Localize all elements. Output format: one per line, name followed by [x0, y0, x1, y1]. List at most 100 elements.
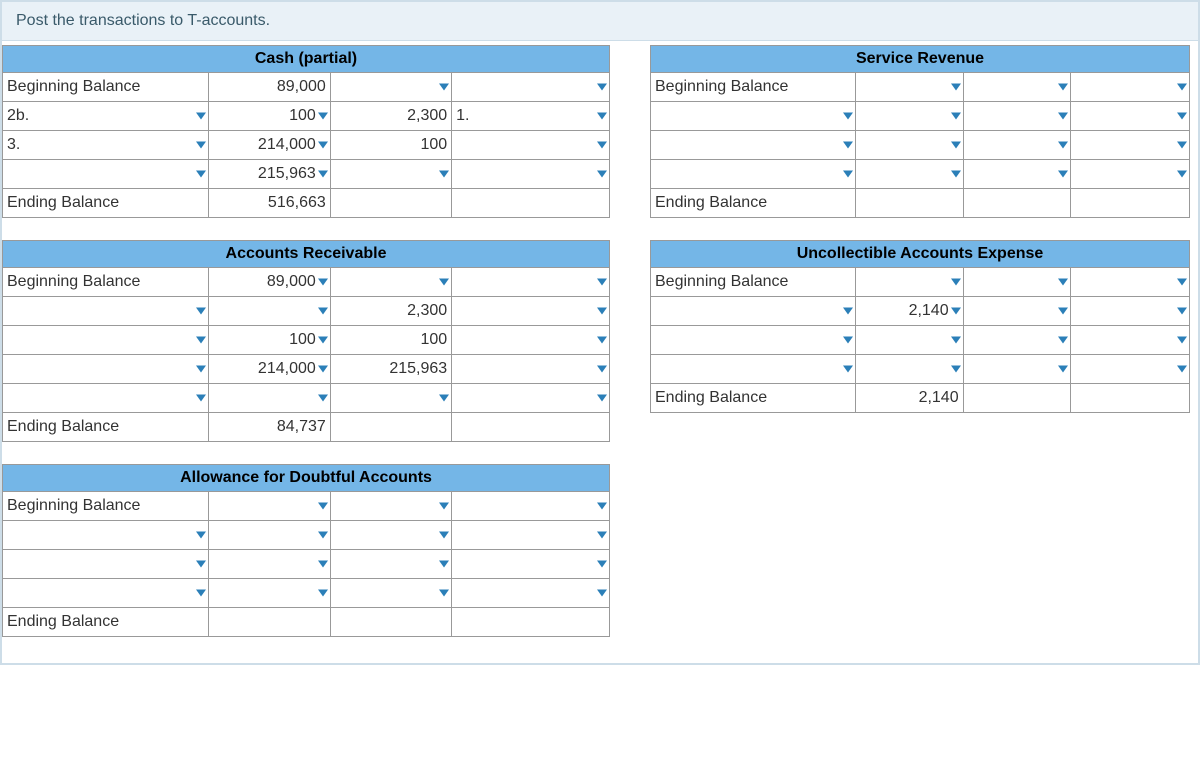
ending-credit-cell[interactable]: [963, 189, 1071, 218]
credit-label-cell[interactable]: [1071, 268, 1190, 297]
credit-amount-cell[interactable]: [963, 160, 1071, 189]
credit-amount-cell[interactable]: 2,300: [330, 297, 451, 326]
debit-amount-cell[interactable]: 214,000: [209, 131, 330, 160]
debit-label-cell[interactable]: Beginning Balance: [651, 73, 856, 102]
credit-label-cell[interactable]: [1071, 355, 1190, 384]
debit-label-cell[interactable]: [651, 297, 856, 326]
debit-amount-cell[interactable]: [209, 492, 330, 521]
credit-label-cell[interactable]: [452, 384, 610, 413]
ending-credit-cell[interactable]: [963, 384, 1071, 413]
debit-label-cell[interactable]: [651, 160, 856, 189]
credit-amount-cell[interactable]: [330, 579, 451, 608]
debit-amount-cell[interactable]: 100: [209, 326, 330, 355]
debit-label-cell[interactable]: [3, 297, 209, 326]
ending-label-cell: Ending Balance: [3, 189, 209, 218]
credit-amount-cell[interactable]: [330, 160, 451, 189]
debit-label-cell[interactable]: Beginning Balance: [3, 268, 209, 297]
credit-amount-cell[interactable]: [330, 73, 451, 102]
credit-label-cell[interactable]: [1071, 160, 1190, 189]
credit-label-cell[interactable]: [1071, 326, 1190, 355]
credit-label-cell[interactable]: [452, 160, 610, 189]
credit-label-cell[interactable]: [452, 492, 610, 521]
credit-amount-cell[interactable]: [330, 492, 451, 521]
credit-label-cell[interactable]: [1071, 131, 1190, 160]
ending-credit-cell[interactable]: [330, 608, 451, 637]
accounts-grid: Cash (partial) Beginning Balance 89,000 …: [2, 41, 1198, 663]
credit-amount-cell[interactable]: 100: [330, 131, 451, 160]
debit-label-cell[interactable]: [651, 326, 856, 355]
debit-amount-cell[interactable]: [209, 384, 330, 413]
debit-label-cell[interactable]: Beginning Balance: [3, 73, 209, 102]
debit-amount-cell[interactable]: [855, 102, 963, 131]
debit-label-cell[interactable]: [3, 521, 209, 550]
debit-label-cell[interactable]: [3, 550, 209, 579]
credit-amount-cell[interactable]: [330, 268, 451, 297]
debit-label-cell[interactable]: 3.: [3, 131, 209, 160]
debit-label-cell[interactable]: Beginning Balance: [651, 268, 856, 297]
debit-amount-cell[interactable]: 89,000: [209, 73, 330, 102]
debit-amount-cell[interactable]: 214,000: [209, 355, 330, 384]
credit-label-cell[interactable]: [452, 73, 610, 102]
credit-amount-cell[interactable]: 215,963: [330, 355, 451, 384]
debit-amount-cell[interactable]: 100: [209, 102, 330, 131]
credit-label-cell[interactable]: [452, 297, 610, 326]
ending-debit-cell[interactable]: 84,737: [209, 413, 330, 442]
ending-debit-cell[interactable]: 516,663: [209, 189, 330, 218]
account-title: Cash (partial): [2, 45, 610, 72]
credit-label-cell[interactable]: [1071, 73, 1190, 102]
credit-label-cell[interactable]: [1071, 102, 1190, 131]
debit-label-cell[interactable]: [651, 102, 856, 131]
debit-label-cell[interactable]: [651, 355, 856, 384]
debit-amount-cell[interactable]: [855, 73, 963, 102]
debit-label-cell[interactable]: [3, 355, 209, 384]
debit-amount-cell[interactable]: [209, 550, 330, 579]
credit-amount-cell[interactable]: [963, 355, 1071, 384]
ending-debit-cell[interactable]: [855, 189, 963, 218]
debit-label-cell[interactable]: [3, 384, 209, 413]
credit-amount-cell[interactable]: [330, 550, 451, 579]
credit-amount-cell[interactable]: [963, 73, 1071, 102]
debit-label-cell[interactable]: [3, 326, 209, 355]
credit-label-cell[interactable]: [452, 579, 610, 608]
debit-amount-cell[interactable]: 89,000: [209, 268, 330, 297]
debit-amount-cell[interactable]: [209, 521, 330, 550]
debit-label-cell[interactable]: [651, 131, 856, 160]
credit-label-cell[interactable]: [452, 131, 610, 160]
debit-label-cell[interactable]: [3, 579, 209, 608]
table-row: [3, 384, 610, 413]
ending-credit-cell[interactable]: [330, 413, 451, 442]
debit-amount-cell[interactable]: [855, 326, 963, 355]
credit-label-cell[interactable]: [452, 550, 610, 579]
credit-amount-cell[interactable]: [963, 268, 1071, 297]
credit-label-cell[interactable]: [452, 268, 610, 297]
ending-debit-cell[interactable]: [209, 608, 330, 637]
debit-amount-cell[interactable]: [855, 355, 963, 384]
debit-label-cell[interactable]: [3, 160, 209, 189]
debit-amount-cell[interactable]: [209, 579, 330, 608]
credit-label-cell[interactable]: [452, 355, 610, 384]
credit-amount-cell[interactable]: [330, 384, 451, 413]
credit-amount-cell[interactable]: [963, 297, 1071, 326]
debit-amount-cell[interactable]: [855, 131, 963, 160]
credit-amount-cell[interactable]: [330, 521, 451, 550]
credit-label-cell[interactable]: [452, 521, 610, 550]
ending-debit-cell[interactable]: 2,140: [855, 384, 963, 413]
ending-row: Ending Balance 84,737: [3, 413, 610, 442]
debit-amount-cell[interactable]: [855, 160, 963, 189]
table-row: Beginning Balance 89,000: [3, 73, 610, 102]
credit-label-cell[interactable]: 1.: [452, 102, 610, 131]
ending-credit-cell[interactable]: [330, 189, 451, 218]
credit-label-cell[interactable]: [1071, 297, 1190, 326]
credit-label-cell[interactable]: [452, 326, 610, 355]
debit-amount-cell[interactable]: [855, 268, 963, 297]
credit-amount-cell[interactable]: 100: [330, 326, 451, 355]
debit-amount-cell[interactable]: 215,963: [209, 160, 330, 189]
debit-amount-cell[interactable]: 2,140: [855, 297, 963, 326]
debit-amount-cell[interactable]: [209, 297, 330, 326]
credit-amount-cell[interactable]: [963, 326, 1071, 355]
debit-label-cell[interactable]: Beginning Balance: [3, 492, 209, 521]
credit-amount-cell[interactable]: 2,300: [330, 102, 451, 131]
debit-label-cell[interactable]: 2b.: [3, 102, 209, 131]
credit-amount-cell[interactable]: [963, 131, 1071, 160]
credit-amount-cell[interactable]: [963, 102, 1071, 131]
